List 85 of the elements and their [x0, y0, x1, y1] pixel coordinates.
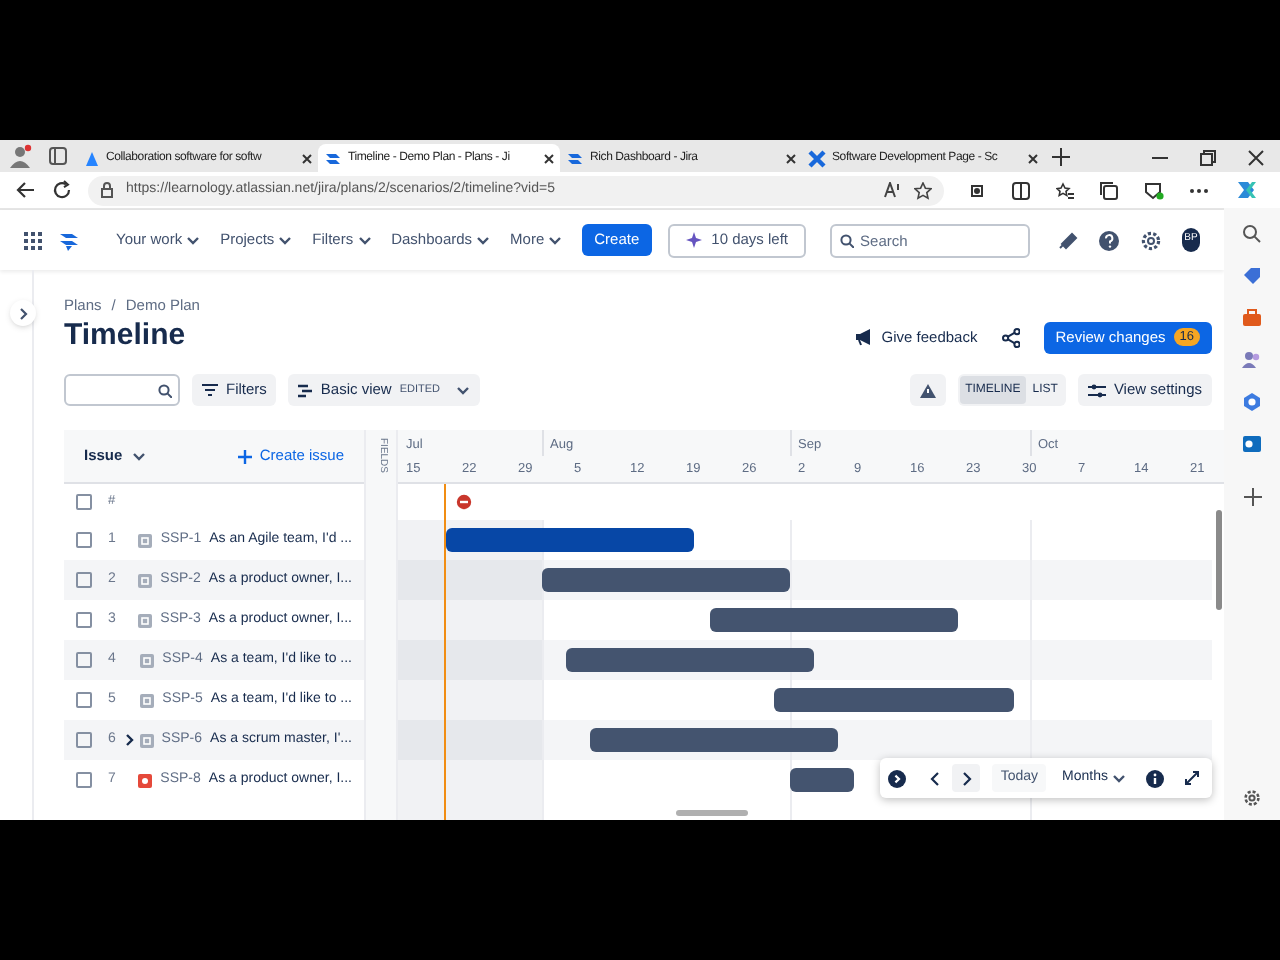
- caret-icon: [132, 451, 147, 461]
- plus-icon: [237, 449, 252, 463]
- split-screen-icon[interactable]: [1012, 181, 1030, 199]
- mail-icon[interactable]: [1242, 434, 1262, 454]
- profile-icon[interactable]: [8, 144, 32, 168]
- caret-icon: [456, 385, 471, 395]
- stacked-arrows-logo-icon[interactable]: [58, 229, 80, 251]
- back-icon[interactable]: [16, 180, 36, 200]
- issue-bar[interactable]: [790, 768, 854, 792]
- expand-sidebar-button[interactable]: [10, 300, 36, 326]
- extension-icon[interactable]: [968, 181, 986, 199]
- checkbox[interactable]: [76, 532, 92, 548]
- issue-type-icon: [139, 733, 154, 747]
- settings-icon[interactable]: [1140, 229, 1163, 251]
- caret-icon: [278, 235, 293, 245]
- close-icon[interactable]: [1028, 153, 1038, 163]
- caret-icon: [476, 235, 491, 245]
- copilot-icon[interactable]: [1234, 178, 1258, 202]
- checkbox[interactable]: [76, 494, 92, 510]
- issue-type-icon: [140, 653, 155, 667]
- add-icon[interactable]: [1243, 488, 1261, 506]
- issue-type-icon: [138, 533, 153, 547]
- cross-logo-icon: [808, 149, 826, 167]
- chevron-right-icon[interactable]: [126, 734, 135, 746]
- caret-icon: [186, 235, 201, 245]
- stacked-arrows-logo-icon: [566, 149, 584, 167]
- briefcase-icon[interactable]: [1242, 308, 1262, 328]
- warning-dot-icon: [456, 494, 472, 510]
- next-button[interactable]: [952, 764, 981, 792]
- filter-field[interactable]: [64, 374, 180, 406]
- app-grid-icon[interactable]: [24, 231, 42, 249]
- issue-type-icon: [138, 613, 153, 627]
- vertical-scrollbar[interactable]: [1216, 510, 1222, 610]
- filter-icon: [202, 384, 218, 396]
- info-icon[interactable]: [1146, 769, 1164, 787]
- checkbox[interactable]: [76, 612, 92, 628]
- settings-icon[interactable]: [1242, 788, 1262, 808]
- sparkle-icon: [685, 232, 702, 248]
- share-icon[interactable]: [1001, 327, 1020, 347]
- search-icon: [158, 383, 172, 397]
- collections-icon[interactable]: [1100, 181, 1118, 199]
- caret-icon: [357, 235, 372, 245]
- read-aloud-icon[interactable]: [884, 182, 902, 198]
- stacked-arrows-logo-icon: [324, 149, 342, 167]
- horizontal-scrollbar[interactable]: [676, 810, 748, 816]
- new-tab-icon[interactable]: [1052, 148, 1070, 166]
- page-title: Timeline: [64, 316, 186, 357]
- sliders-icon: [1087, 383, 1106, 397]
- issue-type-icon: [140, 693, 155, 707]
- issue-type-icon: [138, 573, 153, 587]
- close-icon[interactable]: [1248, 150, 1264, 166]
- chevron-left-icon[interactable]: [930, 771, 941, 785]
- favorite-star-icon[interactable]: [914, 181, 932, 199]
- checkbox[interactable]: [76, 572, 92, 588]
- close-icon[interactable]: [302, 153, 312, 163]
- search-icon[interactable]: [1242, 224, 1262, 244]
- checkbox[interactable]: [76, 652, 92, 668]
- bug-type-icon: [138, 773, 153, 787]
- triangle-logo-icon: [82, 149, 100, 167]
- caret-icon: [1112, 773, 1126, 783]
- reload-icon[interactable]: [52, 180, 72, 200]
- caret-icon: [548, 235, 563, 245]
- tag-icon[interactable]: [1242, 266, 1262, 286]
- shield-icon[interactable]: [1144, 181, 1164, 199]
- chevron-right-icon: [19, 307, 27, 319]
- view-bars-icon: [298, 383, 313, 397]
- help-icon[interactable]: [1098, 229, 1121, 251]
- megaphone-icon: [853, 328, 874, 346]
- close-icon[interactable]: [544, 153, 554, 163]
- close-icon[interactable]: [786, 153, 796, 163]
- search-icon: [840, 233, 855, 247]
- warning-icon: [919, 383, 936, 397]
- tab-actions-icon[interactable]: [48, 146, 68, 166]
- checkbox[interactable]: [76, 692, 92, 708]
- chevron-right-icon: [961, 771, 972, 785]
- restore-icon[interactable]: [1200, 150, 1216, 166]
- hexagon-icon[interactable]: [1242, 392, 1262, 412]
- lock-icon: [100, 182, 114, 198]
- people-icon[interactable]: [1242, 350, 1262, 370]
- more-icon[interactable]: [1190, 187, 1208, 193]
- checkbox[interactable]: [76, 732, 92, 748]
- warning-button[interactable]: [909, 374, 946, 406]
- favorites-icon[interactable]: [1056, 181, 1074, 199]
- fullscreen-icon[interactable]: [1184, 770, 1200, 786]
- checkbox[interactable]: [76, 772, 92, 788]
